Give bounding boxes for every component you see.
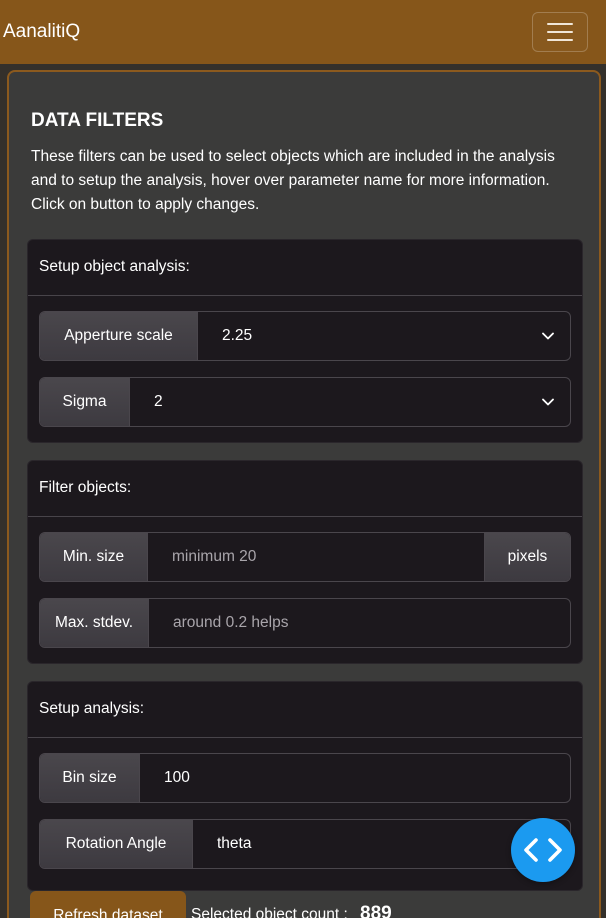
rotation-angle-input-group: Rotation Angle theta [39, 819, 571, 869]
card-header: Setup analysis: [28, 682, 582, 738]
max-stdev-label: Max. stdev. [40, 599, 149, 647]
max-stdev-input-group: Max. stdev. around 0.2 helps [39, 598, 571, 648]
code-toggle-button[interactable] [511, 818, 575, 882]
navbar-toggle-button[interactable] [532, 12, 588, 52]
aperture-scale-label: Apperture scale [40, 312, 198, 360]
chevron-down-icon [526, 312, 570, 360]
min-size-input-group: Min. size minimum 20 pixels [39, 532, 571, 582]
setup-analysis-card: Setup analysis: Bin size 100 Rotation An… [27, 681, 583, 891]
bin-size-label: Bin size [40, 754, 140, 802]
hamburger-menu-icon [547, 23, 573, 25]
setup-object-analysis-card: Setup object analysis: Apperture scale 2… [27, 239, 583, 443]
panel-title: DATA FILTERS [31, 110, 164, 131]
sigma-select[interactable]: Sigma 2 [39, 377, 571, 427]
min-size-input[interactable]: minimum 20 [148, 533, 484, 581]
aperture-scale-select[interactable]: Apperture scale 2.25 [39, 311, 571, 361]
max-stdev-input[interactable]: around 0.2 helps [149, 599, 570, 647]
selected-count-label: Selected object count : [191, 906, 348, 918]
chevron-down-icon [526, 378, 570, 426]
aperture-scale-value[interactable]: 2.25 [198, 312, 526, 360]
pixels-unit-label: pixels [484, 533, 570, 581]
navbar: AanalitiQ [0, 0, 606, 64]
filter-objects-card: Filter objects: Min. size minimum 20 pix… [27, 460, 583, 664]
sigma-label: Sigma [40, 378, 130, 426]
selected-count-value: 889 [360, 903, 392, 918]
min-size-label: Min. size [40, 533, 148, 581]
brand-logo[interactable]: AanalitiQ [3, 21, 80, 43]
rotation-angle-label: Rotation Angle [40, 820, 193, 868]
bin-size-input[interactable]: 100 [140, 754, 570, 802]
card-header: Setup object analysis: [28, 240, 582, 296]
code-brackets-icon [524, 838, 562, 862]
sigma-value[interactable]: 2 [130, 378, 526, 426]
data-filters-panel: DATA FILTERS These filters can be used t… [7, 70, 601, 918]
card-header: Filter objects: [28, 461, 582, 517]
refresh-dataset-button[interactable]: Refresh dataset [30, 891, 186, 918]
bin-size-input-group: Bin size 100 [39, 753, 571, 803]
panel-description: These filters can be used to select obje… [31, 148, 555, 213]
